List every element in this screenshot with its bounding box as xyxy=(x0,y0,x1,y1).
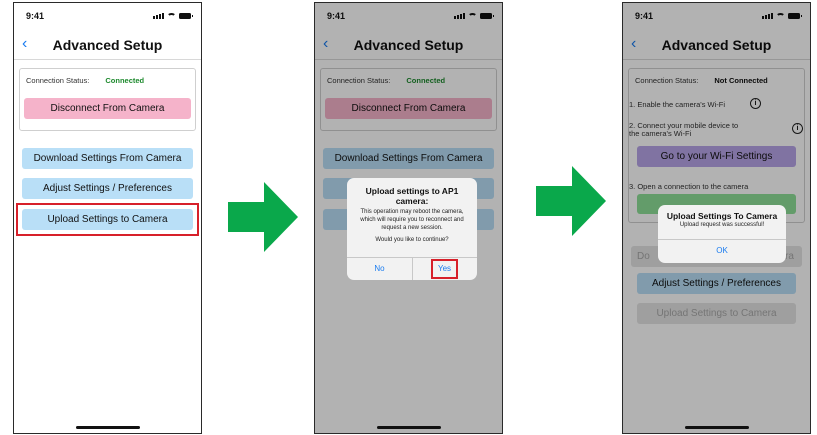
ok-button[interactable]: OK xyxy=(658,241,786,261)
dialog-message: Upload request was successful! xyxy=(679,222,765,228)
home-indicator xyxy=(684,426,749,429)
battery-icon xyxy=(179,13,193,19)
divider xyxy=(14,59,201,60)
connection-status-value: Connected xyxy=(105,76,145,85)
home-indicator xyxy=(75,426,140,429)
dialog-divider xyxy=(658,239,786,240)
status-bar: 9:41 xyxy=(26,11,193,23)
highlight-frame xyxy=(431,259,458,279)
connection-status-label: Connection Status: xyxy=(26,76,90,85)
page-title: Advanced Setup xyxy=(52,37,163,53)
dialog-message: This operation may reboot the camera, wh… xyxy=(360,209,464,231)
dialog-title: Upload settings to AP1 camera: xyxy=(365,186,459,206)
phone-screen-confirm: 9:41 ‹ Advanced Setup Connection Status:… xyxy=(314,2,503,434)
status-time: 9:41 xyxy=(26,11,45,21)
dialog-question: Would you like to continue? xyxy=(375,237,449,243)
arrow-right-icon xyxy=(536,166,606,236)
phone-screen-success: 9:41 ‹ Advanced Setup Connection Status:… xyxy=(622,2,811,434)
connection-status: Connection Status: Connected xyxy=(20,69,195,91)
wifi-icon xyxy=(167,13,176,20)
phone-screen-initial: 9:41 ‹ Advanced Setup Connection Status:… xyxy=(13,2,202,434)
dialog-title: Upload Settings To Camera xyxy=(666,211,778,221)
highlight-frame xyxy=(16,203,199,236)
disconnect-button[interactable]: Disconnect From Camera xyxy=(24,98,191,119)
adjust-settings-button[interactable]: Adjust Settings / Preferences xyxy=(22,178,193,199)
upload-success-dialog: Upload Settings To Camera Upload request… xyxy=(658,205,786,263)
no-button[interactable]: No xyxy=(347,259,412,279)
home-indicator xyxy=(376,426,441,429)
download-settings-button[interactable]: Download Settings From Camera xyxy=(22,148,193,169)
cellular-signal-icon xyxy=(153,13,164,19)
arrow-right-icon xyxy=(228,182,298,252)
